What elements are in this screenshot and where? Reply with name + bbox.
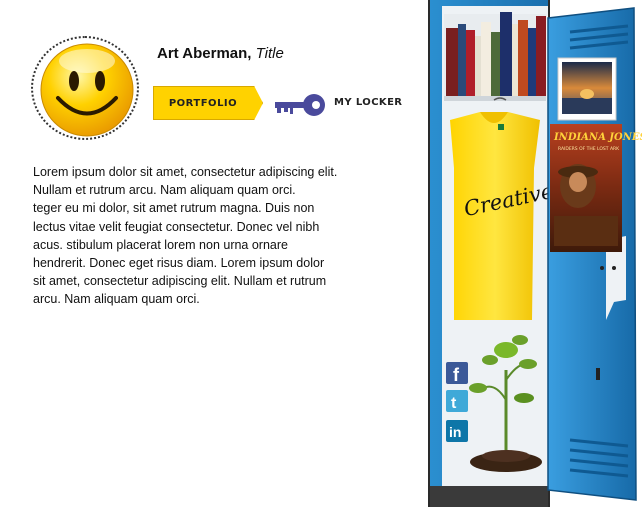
svg-text:t: t [451,395,457,412]
portfolio-button[interactable]: PORTFOLIO [153,86,263,120]
avatar [31,36,139,140]
facebook-icon[interactable]: f [446,362,468,385]
profile-name: Art Aberman, Title [157,45,284,62]
locker-base [430,486,548,507]
svg-text:in: in [449,424,461,440]
title-text: Title [255,45,284,62]
my-locker-link[interactable]: MY LOCKER [334,97,402,108]
books-shelf [444,12,546,101]
bio-text: Lorem ipsum dolor sit amet, consectetur … [33,165,338,307]
svg-text:f: f [453,365,460,385]
poster-title: INDIANA JONES [553,132,642,143]
poster-subtitle: RAIDERS OF THE LOST ARK [558,146,620,152]
key-icon[interactable] [273,93,327,117]
locker: Creative f t in INDIANA JONES RAIDERS OF… [428,0,642,507]
smiley-face-icon [40,43,134,137]
sunset-photo [557,57,617,121]
linkedin-icon[interactable]: in [446,420,468,442]
twitter-icon[interactable]: t [446,390,468,412]
name-text: Art Aberman, [157,45,252,62]
